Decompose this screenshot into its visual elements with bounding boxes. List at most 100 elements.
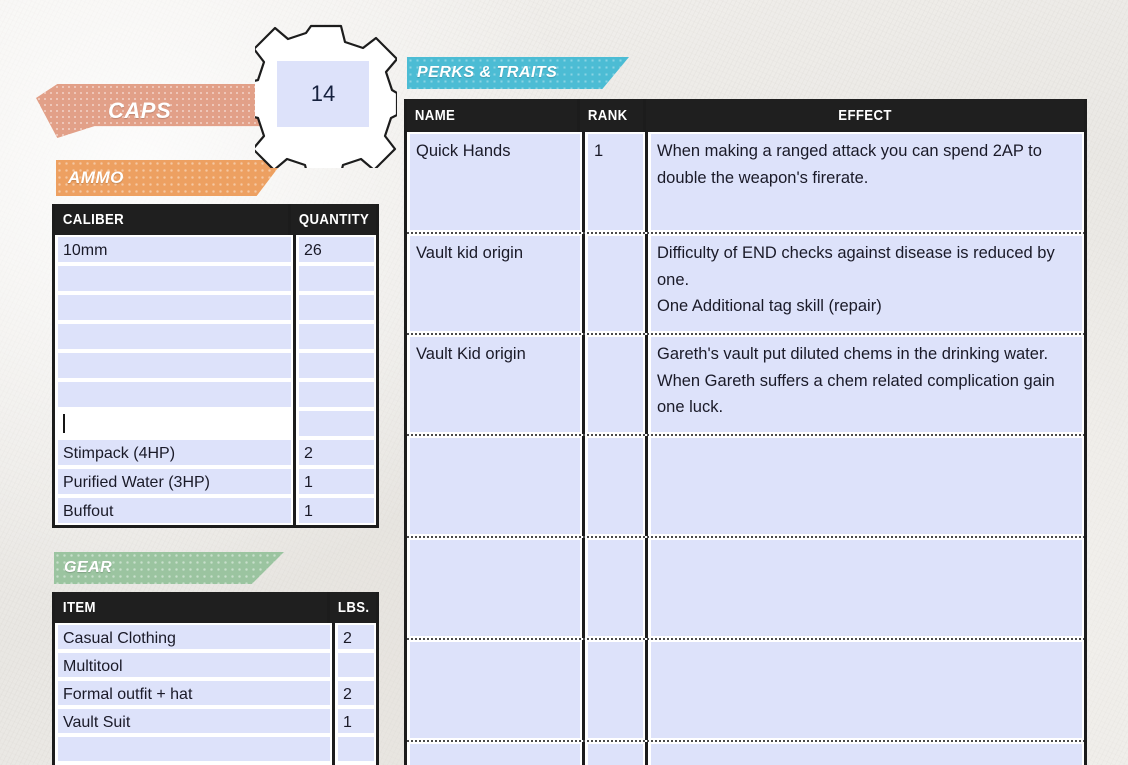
perk-effect-cell[interactable]: When making a ranged attack you can spen… <box>651 134 1082 230</box>
ammo-caliber-cell[interactable] <box>58 382 291 407</box>
gear-row-divider <box>332 679 335 707</box>
ammo-row <box>55 293 376 322</box>
gear-row-divider <box>332 623 335 651</box>
perks-row: Vault Kid origin Gareth's vault put dilut… <box>407 335 1084 434</box>
ammo-row-divider <box>293 467 296 496</box>
perk-rank-cell[interactable] <box>588 438 643 534</box>
ammo-row: Purified Water (3HP) 1 <box>55 467 376 496</box>
ammo-caliber-cell[interactable]: Purified Water (3HP) <box>58 469 291 494</box>
ammo-quantity-cell[interactable]: 2 <box>299 440 374 465</box>
ammo-caliber-cell[interactable] <box>58 353 291 378</box>
perk-effect-cell[interactable] <box>651 438 1082 534</box>
perks-row-divider-2 <box>645 640 648 740</box>
gear-item-cell[interactable]: Multitool <box>58 653 330 677</box>
ammo-quantity-cell[interactable] <box>299 411 374 436</box>
ammo-quantity-cell[interactable]: 1 <box>299 498 374 523</box>
gear-row: Multitool <box>55 651 376 679</box>
gear-lbs-cell[interactable]: 1 <box>338 709 374 733</box>
ammo-row <box>55 264 376 293</box>
perks-row-divider-1 <box>582 132 585 232</box>
gear-lbs-cell[interactable] <box>338 737 374 761</box>
perk-effect-cell[interactable] <box>651 540 1082 636</box>
perks-row-divider-1 <box>582 640 585 740</box>
perk-name-cell[interactable]: Vault kid origin <box>410 236 580 331</box>
ammo-row <box>55 380 376 409</box>
perk-name-cell[interactable]: Vault Kid origin <box>410 337 580 432</box>
ammo-quantity-cell[interactable] <box>299 266 374 291</box>
perks-column-effect: EFFECT <box>838 107 892 124</box>
ammo-quantity-cell[interactable] <box>299 295 374 320</box>
perks-row: Quick Hands 1 When making a ranged attack … <box>407 132 1084 232</box>
gear-row-divider <box>332 651 335 679</box>
ammo-banner-label: AMMO <box>68 168 124 187</box>
ammo-caliber-cell[interactable] <box>58 411 291 436</box>
perk-effect-cell[interactable] <box>651 642 1082 738</box>
text-caret <box>63 414 65 433</box>
ammo-caliber-cell[interactable]: Buffout <box>58 498 291 523</box>
perk-name-cell[interactable] <box>410 642 580 738</box>
gear-row: Formal outfit + hat 2 <box>55 679 376 707</box>
perk-effect-cell[interactable]: Gareth's vault put diluted chems in the … <box>651 337 1082 432</box>
ammo-row: Stimpack (4HP) 2 <box>55 438 376 467</box>
perks-banner: PERKS & TRAITS <box>407 57 629 89</box>
gear-lbs-cell[interactable]: 2 <box>338 625 374 649</box>
perk-name-cell[interactable] <box>410 540 580 636</box>
perks-row <box>407 436 1084 536</box>
perks-header-divider-2 <box>642 99 646 132</box>
ammo-quantity-cell[interactable]: 1 <box>299 469 374 494</box>
perk-name-cell[interactable]: Quick Hands <box>410 134 580 230</box>
gear-lbs-cell[interactable] <box>338 653 374 677</box>
ammo-row-divider <box>293 496 296 525</box>
perks-row-divider-2 <box>645 538 648 638</box>
gear-banner: GEAR <box>54 552 284 584</box>
ammo-row <box>55 409 376 438</box>
perk-name-cell[interactable] <box>410 438 580 534</box>
ammo-quantity-cell[interactable] <box>299 324 374 349</box>
perks-table-body: Quick Hands 1 When making a ranged attack … <box>407 132 1084 765</box>
perk-rank-cell[interactable] <box>588 540 643 636</box>
gear-row-divider <box>332 735 335 763</box>
ammo-row-divider <box>293 322 296 351</box>
gear-item-cell[interactable]: Casual Clothing <box>58 625 330 649</box>
gear-row <box>55 735 376 763</box>
ammo-quantity-cell[interactable] <box>299 382 374 407</box>
perks-row-divider-1 <box>582 742 585 765</box>
perk-rank-cell[interactable] <box>588 642 643 738</box>
perk-effect-cell[interactable]: Difficulty of END checks against disease… <box>651 236 1082 331</box>
ammo-caliber-cell[interactable]: Stimpack (4HP) <box>58 440 291 465</box>
perks-row-divider-2 <box>645 436 648 536</box>
ammo-caliber-cell[interactable] <box>58 266 291 291</box>
perk-effect-cell[interactable] <box>651 744 1082 765</box>
gear-table: ITEM LBS. Casual Clothing 2 Multitool Forma… <box>52 592 379 765</box>
perks-row <box>407 640 1084 740</box>
gear-item-cell[interactable]: Vault Suit <box>58 709 330 733</box>
gear-item-cell[interactable]: Formal outfit + hat <box>58 681 330 705</box>
perk-rank-cell[interactable] <box>588 744 643 765</box>
ammo-row-divider <box>293 380 296 409</box>
perks-banner-label: PERKS & TRAITS <box>417 64 558 81</box>
ammo-quantity-cell[interactable]: 26 <box>299 237 374 262</box>
ammo-quantity-cell[interactable] <box>299 353 374 378</box>
caps-value-field[interactable]: 14 <box>277 61 369 127</box>
ammo-banner: AMMO <box>56 160 284 196</box>
ammo-caliber-cell[interactable]: 10mm <box>58 237 291 262</box>
perks-row <box>407 538 1084 638</box>
perk-rank-cell[interactable] <box>588 236 643 331</box>
gear-banner-label: GEAR <box>64 559 113 576</box>
ammo-row-divider <box>293 264 296 293</box>
ammo-row <box>55 322 376 351</box>
ammo-row-divider <box>293 235 296 264</box>
ammo-caliber-cell[interactable] <box>58 295 291 320</box>
perks-row-divider-2 <box>645 742 648 765</box>
ammo-row: Buffout 1 <box>55 496 376 525</box>
perks-row <box>407 742 1084 765</box>
perk-name-cell[interactable] <box>410 744 580 765</box>
gear-column-lbs: LBS. <box>337 599 370 616</box>
gear-item-cell[interactable] <box>58 737 330 761</box>
perk-rank-cell[interactable]: 1 <box>588 134 643 230</box>
ammo-column-caliber: CALIBER <box>62 211 125 228</box>
ammo-caliber-cell[interactable] <box>58 324 291 349</box>
ammo-row-divider <box>293 409 296 438</box>
gear-lbs-cell[interactable]: 2 <box>338 681 374 705</box>
perk-rank-cell[interactable] <box>588 337 643 432</box>
